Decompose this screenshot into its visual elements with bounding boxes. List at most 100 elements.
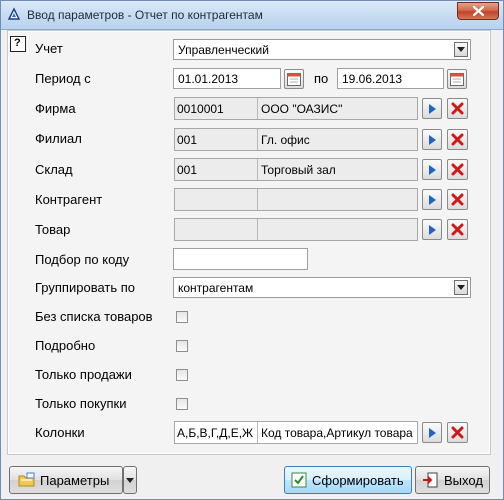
tovar-select-button[interactable] [422, 219, 442, 240]
podrobno-label: Подробно [35, 338, 96, 353]
kontragent-label: Контрагент [35, 192, 103, 207]
uchet-dropdown-button[interactable] [454, 42, 468, 57]
podbor-label: Подбор по коду [35, 252, 130, 267]
params-button-label: Параметры [40, 473, 110, 488]
tovar-label: Товар [35, 222, 71, 237]
params-dropdown-button[interactable] [123, 466, 137, 494]
delete-x-icon [451, 163, 464, 176]
sklad-label: Склад [35, 162, 73, 177]
firma-code: 0010001 [177, 102, 224, 116]
parameters-panel [7, 30, 491, 455]
kolonki-code-cell: А,Б,В,Г,Д,Е,Ж [175, 422, 258, 443]
tolko-prodazhi-label: Только продажи [35, 367, 132, 382]
kolonki-field[interactable]: А,Б,В,Г,Д,Е,Ж Код товара,Артикул товара [174, 421, 418, 444]
bez-spiska-checkbox[interactable] [176, 311, 188, 323]
kontragent-code-cell [175, 189, 258, 210]
chevron-down-icon [457, 285, 465, 290]
filial-code-cell: 001 [175, 129, 258, 150]
filial-select-button[interactable] [422, 129, 442, 150]
sklad-field[interactable]: 001 Торговый зал [174, 158, 418, 181]
period-to-calendar-button[interactable] [447, 69, 467, 89]
close-icon [473, 6, 484, 16]
firma-code-cell: 0010001 [175, 98, 258, 119]
uchet-value: Управленческий [178, 43, 269, 57]
tovar-name-cell [259, 219, 417, 240]
filial-clear-button[interactable] [447, 129, 468, 150]
play-arrow-icon [429, 225, 436, 235]
group-by-value: контрагентам [178, 281, 254, 295]
firma-name-cell: ООО "ОАЗИС" [259, 98, 417, 119]
exit-button-label: Выход [444, 473, 483, 488]
sklad-code: 001 [177, 163, 198, 177]
uchet-label: Учет [35, 41, 63, 56]
tovar-field[interactable] [174, 218, 418, 241]
podbor-input[interactable] [173, 248, 308, 270]
kolonki-clear-button[interactable] [447, 422, 468, 443]
group-by-dropdown-button[interactable] [454, 280, 468, 295]
dialog-window: Ввод параметров - Отчет по контрагентам … [0, 0, 504, 500]
kontragent-clear-button[interactable] [447, 189, 468, 210]
chevron-down-icon [126, 478, 134, 483]
help-button[interactable]: ? [10, 36, 26, 52]
tovar-code-cell [175, 219, 258, 240]
firma-field[interactable]: 0010001 ООО "ОАЗИС" [174, 97, 418, 120]
params-button[interactable]: Параметры [9, 466, 123, 494]
window-title: Ввод параметров - Отчет по контрагентам [27, 8, 263, 22]
delete-x-icon [451, 102, 464, 115]
filial-name-cell: Гл. офис [259, 129, 417, 150]
title-bar[interactable]: Ввод параметров - Отчет по контрагентам [1, 1, 503, 30]
podrobno-checkbox[interactable] [176, 340, 188, 352]
play-arrow-icon [429, 104, 436, 114]
sklad-code-cell: 001 [175, 159, 258, 180]
group-by-select[interactable]: контрагентам [173, 277, 471, 298]
chevron-down-icon [457, 47, 465, 52]
firma-label: Фирма [35, 101, 76, 116]
group-by-label: Группировать по [35, 280, 136, 295]
calendar-icon [287, 73, 301, 86]
filial-label: Филиал [35, 131, 82, 146]
firma-select-button[interactable] [422, 98, 442, 119]
delete-x-icon [451, 193, 464, 206]
delete-x-icon [451, 426, 464, 439]
period-from-label: Период с [35, 71, 91, 86]
period-to-input[interactable]: 19.06.2013 [337, 68, 444, 89]
sklad-clear-button[interactable] [447, 159, 468, 180]
period-to-value: 19.06.2013 [342, 72, 403, 86]
kolonki-name: Код товара,Артикул товара [261, 426, 413, 440]
sklad-name-cell: Торговый зал [259, 159, 417, 180]
delete-x-icon [451, 223, 464, 236]
generate-button-label: Сформировать [312, 473, 404, 488]
help-icon: ? [14, 37, 21, 49]
delete-x-icon [451, 133, 464, 146]
play-arrow-icon [429, 165, 436, 175]
period-from-calendar-button[interactable] [284, 69, 304, 89]
exit-door-icon [423, 472, 438, 488]
kolonki-code: А,Б,В,Г,Д,Е,Ж [177, 426, 254, 440]
period-from-value: 01.01.2013 [178, 72, 239, 86]
kolonki-select-button[interactable] [422, 422, 442, 443]
kontragent-field[interactable] [174, 188, 418, 211]
calendar-icon [450, 73, 464, 86]
uchet-select[interactable]: Управленческий [173, 39, 471, 60]
tovar-clear-button[interactable] [447, 219, 468, 240]
kontragent-select-button[interactable] [422, 189, 442, 210]
play-arrow-icon [429, 195, 436, 205]
bez-spiska-label: Без списка товаров [35, 309, 153, 324]
app-icon [7, 7, 21, 20]
close-button[interactable] [457, 2, 499, 20]
filial-code: 001 [177, 133, 198, 147]
tolko-pokupki-label: Только покупки [35, 396, 127, 411]
kolonki-name-cell: Код товара,Артикул товара [259, 422, 417, 443]
tolko-pokupki-checkbox[interactable] [176, 398, 188, 410]
filial-name: Гл. офис [261, 133, 310, 147]
sklad-name: Торговый зал [261, 163, 336, 177]
sklad-select-button[interactable] [422, 159, 442, 180]
filial-field[interactable]: 001 Гл. офис [174, 128, 418, 151]
firma-clear-button[interactable] [447, 98, 468, 119]
folder-settings-icon [18, 472, 35, 487]
tolko-prodazhi-checkbox[interactable] [176, 369, 188, 381]
generate-button[interactable]: Сформировать [284, 466, 412, 494]
period-from-input[interactable]: 01.01.2013 [173, 68, 281, 89]
exit-button[interactable]: Выход [415, 466, 490, 494]
kontragent-name-cell [259, 189, 417, 210]
